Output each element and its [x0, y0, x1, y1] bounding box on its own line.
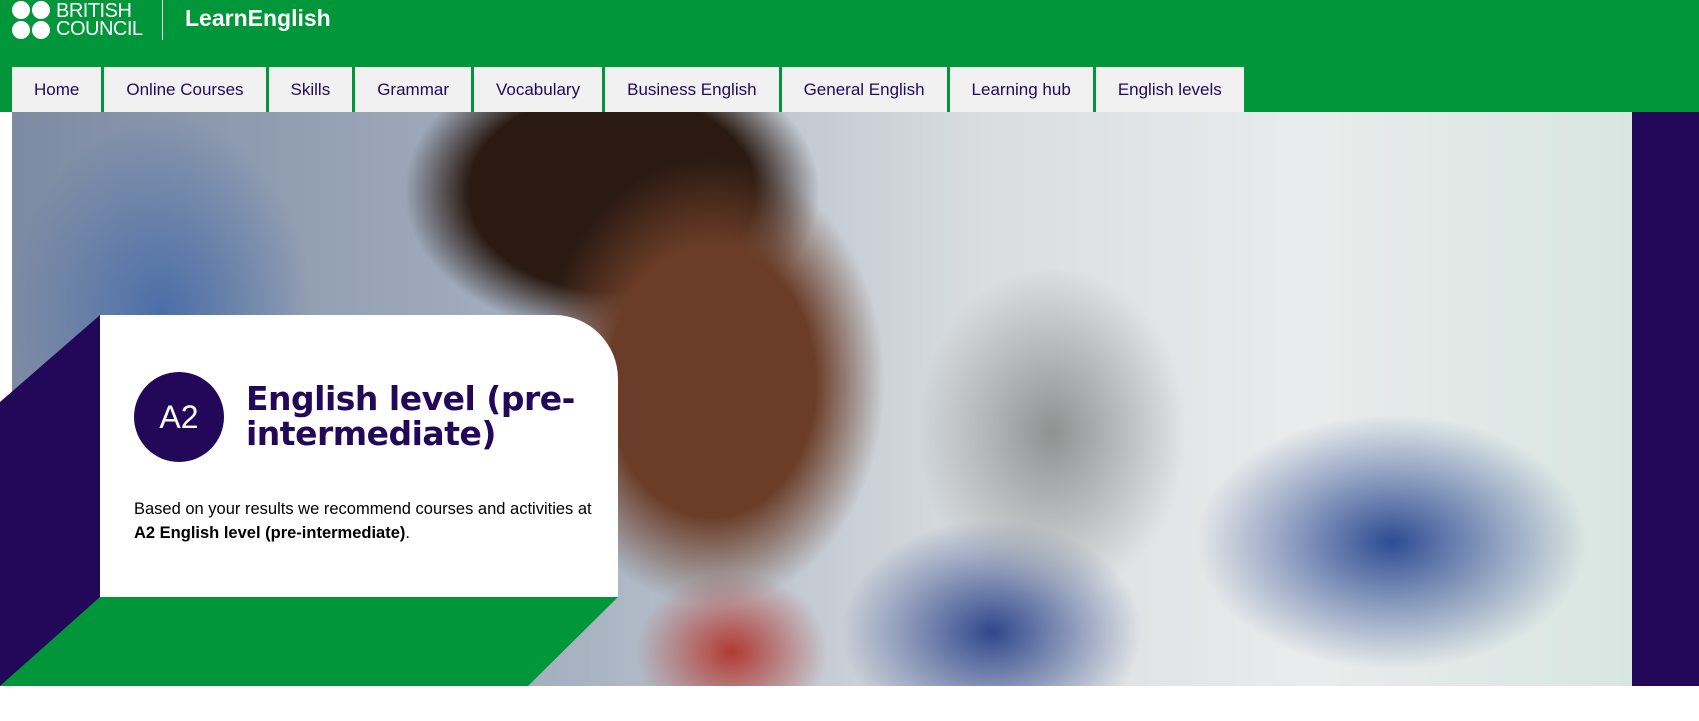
logo-dots-icon — [12, 1, 50, 39]
logo-divider — [162, 0, 163, 40]
level-desc-bold: A2 English level (pre-intermediate) — [134, 524, 406, 542]
green-wedge — [0, 597, 618, 686]
british-council-logo[interactable]: BRITISH COUNCIL — [12, 0, 143, 40]
level-badge: A2 — [134, 372, 224, 462]
level-desc-text: Based on your results we recommend cours… — [134, 500, 592, 518]
level-desc-end: . — [405, 524, 410, 542]
level-description: Based on your results we recommend cours… — [134, 497, 604, 545]
level-title: English level (pre-intermediate) — [246, 379, 575, 453]
nav-tab-skills[interactable]: Skills — [268, 67, 353, 112]
site-name-link[interactable]: LearnEnglish — [185, 5, 331, 32]
nav-tab-vocabulary[interactable]: Vocabulary — [473, 67, 603, 112]
site-header: BRITISH COUNCIL LearnEnglish Home Online… — [0, 0, 1699, 112]
nav-tab-business-english[interactable]: Business English — [605, 67, 779, 112]
nav-tab-general-english[interactable]: General English — [781, 67, 947, 112]
nav-tab-english-levels[interactable]: English levels — [1095, 67, 1244, 112]
nav-tab-home[interactable]: Home — [12, 67, 102, 112]
level-card: A2 English level (pre-intermediate) Base… — [100, 315, 618, 597]
main-nav: Home Online Courses Skills Grammar Vocab… — [12, 67, 1247, 112]
hero-banner: A2 English level (pre-intermediate) Base… — [0, 112, 1699, 686]
logo-line-2: COUNCIL — [56, 18, 143, 40]
nav-tab-grammar[interactable]: Grammar — [355, 67, 471, 112]
nav-tab-learning-hub[interactable]: Learning hub — [949, 67, 1093, 112]
logo-text: BRITISH COUNCIL — [56, 1, 143, 40]
nav-tab-online-courses[interactable]: Online Courses — [104, 67, 266, 112]
